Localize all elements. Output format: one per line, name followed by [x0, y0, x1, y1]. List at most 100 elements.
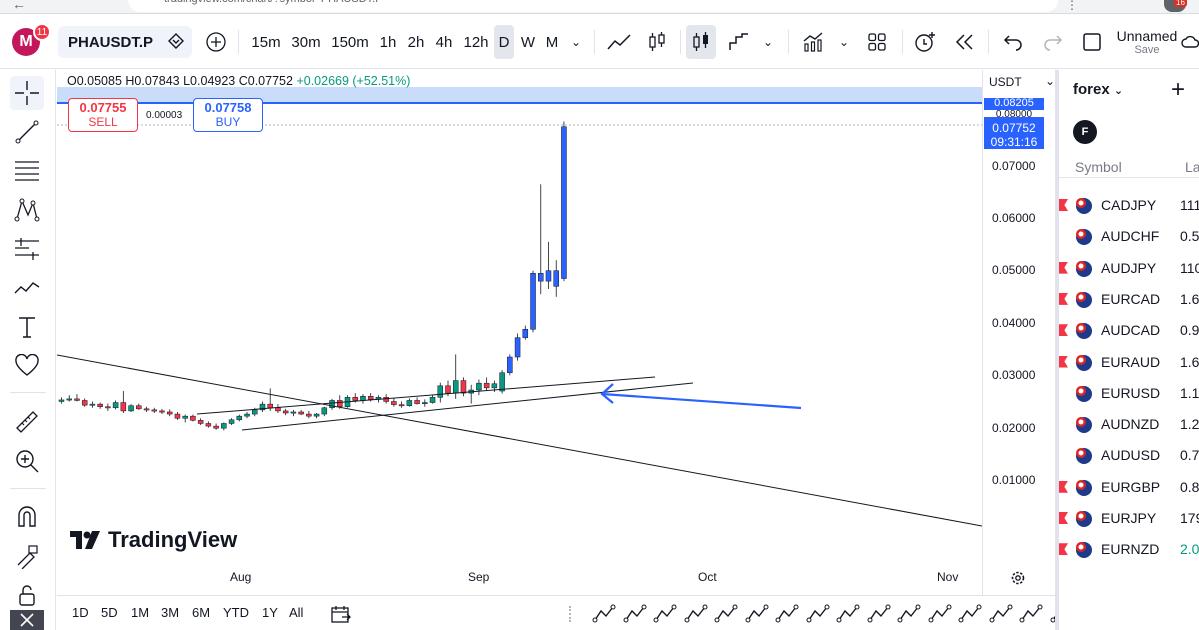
interval-1h[interactable]: 1h — [376, 15, 400, 69]
zoom-in-icon[interactable] — [10, 444, 44, 478]
layout-checkbox-icon[interactable] — [1080, 15, 1104, 69]
sell-button[interactable]: 0.07755 SELL — [68, 98, 138, 132]
ruler-text-icon[interactable] — [895, 600, 923, 628]
pattern-icon[interactable] — [10, 193, 44, 227]
horizontal-ray-icon[interactable] — [651, 600, 679, 628]
text-lines-icon[interactable] — [865, 600, 893, 628]
rectangle-callout-icon[interactable] — [590, 600, 618, 628]
interval-4h[interactable]: 4h — [432, 15, 456, 69]
flag-marker-icon[interactable] — [1059, 292, 1068, 305]
watchlist-row[interactable]: CADJPY 111 — [1059, 190, 1199, 221]
chart-pane[interactable]: O0.05085 H0.07843 L0.04923 C0.07752 +0.0… — [57, 70, 1055, 595]
undo-icon[interactable] — [998, 15, 1028, 69]
bars-pattern-icon[interactable] — [712, 600, 740, 628]
elliott-wave-icon[interactable] — [621, 600, 649, 628]
fib-retracement-icon[interactable] — [10, 154, 44, 188]
range-ytd[interactable]: YTD — [223, 605, 249, 620]
indicators-chevron-down-icon[interactable]: ⌄ — [834, 15, 854, 69]
range-6m[interactable]: 6M — [192, 605, 210, 620]
replay-icon[interactable] — [950, 15, 980, 69]
interval-2h[interactable]: 2h — [404, 15, 428, 69]
interval-w[interactable]: W — [518, 15, 538, 69]
watchlist-chevron-down-icon[interactable]: ⌄ — [1114, 85, 1123, 97]
remove-drawings-icon[interactable] — [10, 610, 44, 630]
unlock-icon[interactable] — [10, 578, 44, 612]
flag-marker-icon[interactable] — [1059, 543, 1068, 556]
interval-150m[interactable]: 150m — [328, 15, 372, 69]
price-axis[interactable]: USDT ⌄ 0.08205 0.08000 0.07752 09:31:16 … — [982, 70, 1055, 595]
magnet-icon[interactable] — [10, 500, 44, 534]
step-line-icon[interactable] — [724, 15, 754, 69]
goto-date-calendar-icon[interactable] — [327, 600, 355, 628]
address-bar[interactable]: tradingview.com/chart/?symbol=PHAUSDT.P — [128, 0, 1058, 12]
eraser-icon[interactable] — [1017, 600, 1045, 628]
zigzag-icon[interactable] — [926, 600, 954, 628]
candles-icon[interactable] — [642, 15, 672, 69]
watchlist-row[interactable]: EURCAD 1.6 — [1059, 284, 1199, 315]
symbol-search[interactable]: PHAUSDT.P — [58, 26, 192, 58]
flag-marker-icon[interactable] — [1059, 261, 1068, 274]
add-symbol-plus-icon[interactable]: + — [1171, 76, 1185, 104]
flag-marker-icon[interactable] — [1059, 480, 1068, 493]
watchlist-row[interactable]: AUDCAD 0.9 — [1059, 315, 1199, 346]
buy-button[interactable]: 0.07758 BUY — [193, 98, 263, 132]
heart-icon[interactable] — [10, 349, 44, 383]
trend-line-icon[interactable] — [10, 115, 44, 149]
watchlist-row[interactable]: AUDNZD 1.2 — [1059, 409, 1199, 440]
currency-chevron-down-icon[interactable]: ⌄ — [1045, 74, 1055, 88]
range-all[interactable]: All — [289, 605, 303, 620]
flag-marker-icon[interactable] — [1059, 512, 1068, 524]
fib-icon[interactable] — [682, 600, 710, 628]
watchlist-row[interactable]: AUDCHF 0.5 — [1059, 221, 1199, 252]
interval-d[interactable]: D — [494, 25, 514, 59]
price-chart[interactable] — [57, 70, 982, 595]
line-chart-icon[interactable] — [602, 15, 636, 69]
layout-name-button[interactable]: Unnamed Save — [1112, 15, 1182, 69]
more-icon[interactable]: ⋮ — [1066, 0, 1078, 12]
flag-marker-icon[interactable] — [1059, 324, 1068, 337]
range-1y[interactable]: 1Y — [262, 605, 278, 620]
range-3m[interactable]: 3M — [161, 605, 179, 620]
trend-line-icon[interactable] — [743, 600, 771, 628]
watchlist-title[interactable]: forex ⌄ — [1073, 81, 1123, 98]
brush-icon[interactable] — [10, 271, 44, 305]
watchlist-row[interactable]: EURAUD 1.6 — [1059, 347, 1199, 378]
interval-chevron-down-icon[interactable]: ⌄ — [566, 15, 586, 69]
arrow-line-icon[interactable] — [804, 600, 832, 628]
indicators-icon[interactable] — [798, 15, 828, 69]
symbol-details-icon[interactable] — [168, 33, 184, 49]
watchlist-row[interactable]: EURNZD 2.0 — [1059, 534, 1199, 565]
interval-12h[interactable]: 12h — [462, 15, 490, 69]
currency-label[interactable]: USDT — [989, 75, 1022, 89]
range-1m[interactable]: 1M — [131, 605, 149, 620]
flag-marker-icon[interactable] — [1059, 355, 1068, 368]
back-arrow-icon[interactable]: ← — [12, 0, 26, 12]
time-axis[interactable]: Aug Sep Oct Nov — [57, 563, 982, 595]
watchlist-row[interactable]: EURJPY 179 — [1059, 503, 1199, 534]
text-tool-icon[interactable] — [10, 310, 44, 344]
horizontal-line-icon[interactable] — [773, 600, 801, 628]
chart-type-candles-button[interactable] — [686, 25, 716, 59]
panel-handle[interactable] — [569, 606, 571, 622]
ruler-icon[interactable] — [10, 405, 44, 439]
watchlist-row[interactable]: AUDJPY 110 — [1059, 253, 1199, 284]
crosshair-icon[interactable] — [10, 76, 44, 110]
column-symbol[interactable]: Symbol — [1075, 159, 1122, 175]
interval-m[interactable]: M — [542, 15, 562, 69]
watchlist-row[interactable]: EURGBP 0.8 — [1059, 472, 1199, 503]
lock-drawing-icon[interactable] — [10, 539, 44, 573]
interval-30m[interactable]: 30m — [288, 15, 324, 69]
compare-symbol-button[interactable] — [202, 15, 230, 69]
watchlist-row[interactable]: EURUSD 1.1 — [1059, 378, 1199, 409]
range-1d[interactable]: 1D — [72, 605, 89, 620]
chart-settings-gear-icon[interactable] — [1010, 570, 1026, 586]
alert-add-icon[interactable] — [910, 15, 940, 69]
watchlist-row[interactable]: AUDUSD 0.7 — [1059, 440, 1199, 471]
flag-marker-icon[interactable] — [1059, 199, 1068, 211]
range-5d[interactable]: 5D — [101, 605, 118, 620]
chart-type-chevron-down-icon[interactable]: ⌄ — [758, 15, 778, 69]
column-last[interactable]: La — [1185, 159, 1199, 175]
redo-icon[interactable] — [1038, 15, 1068, 69]
projection-icon[interactable] — [10, 232, 44, 266]
brush-tool-icon[interactable] — [987, 600, 1015, 628]
